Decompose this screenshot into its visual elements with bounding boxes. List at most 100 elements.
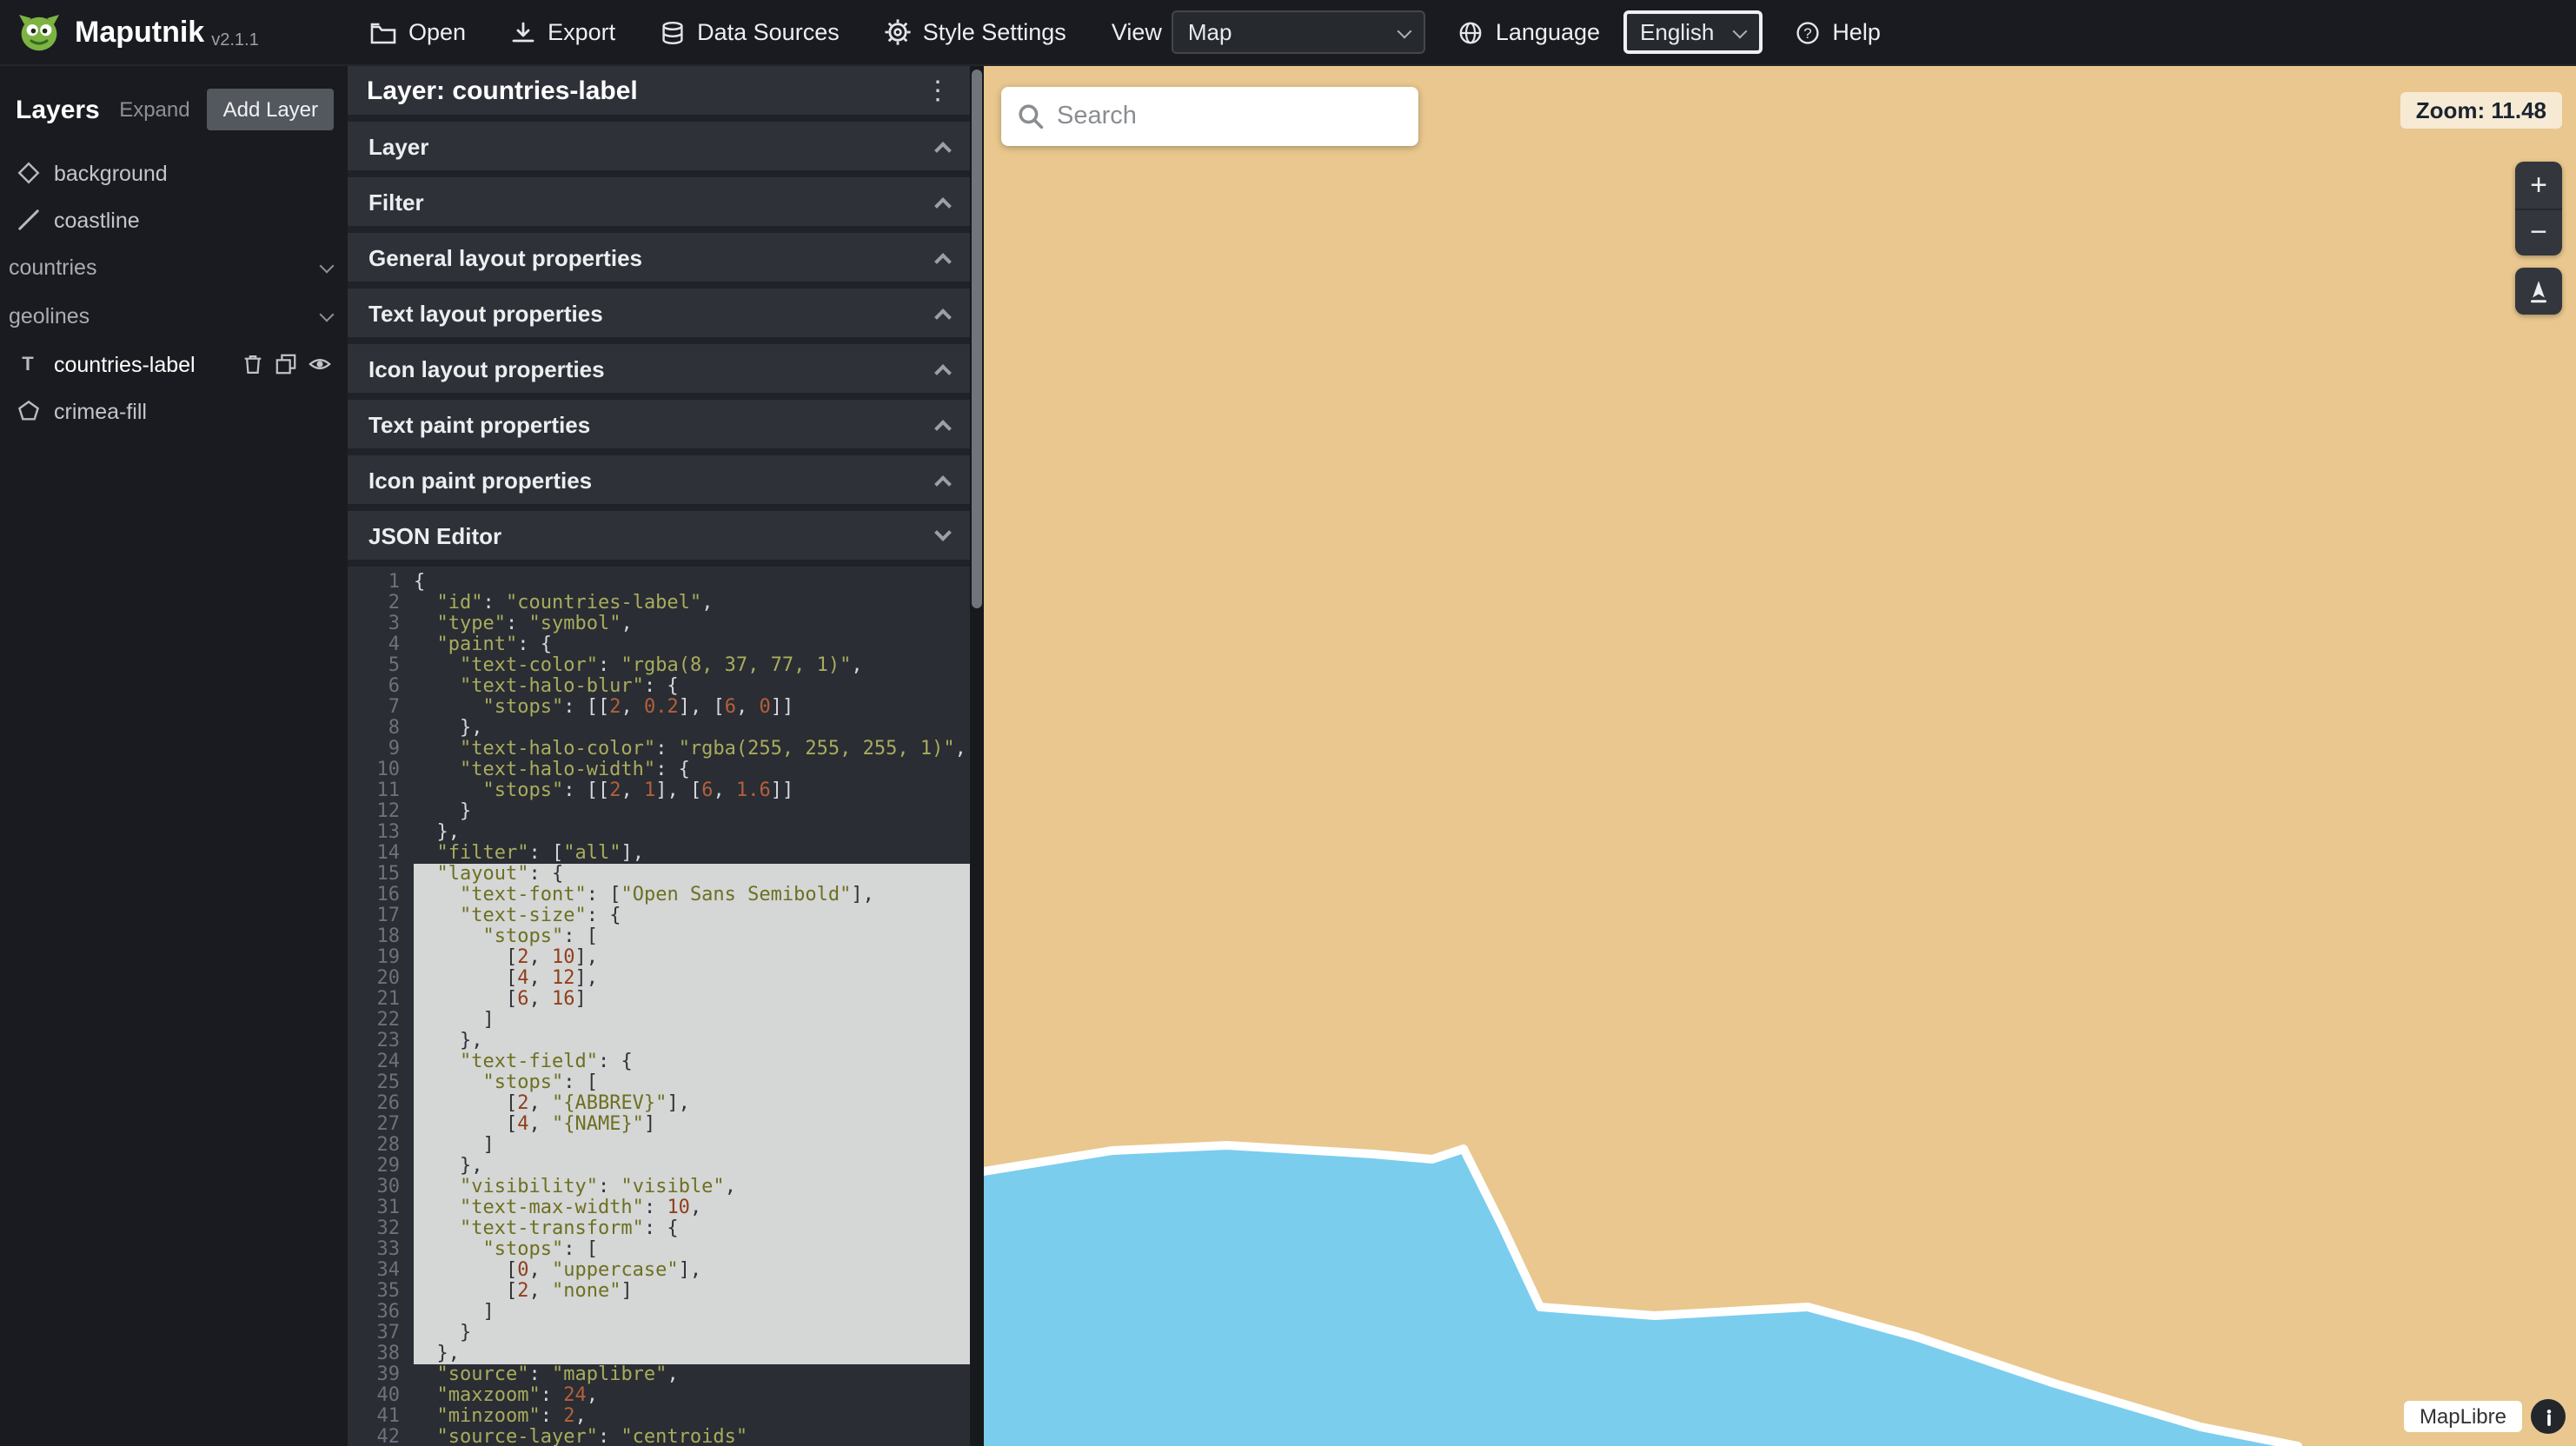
code-text[interactable]: "text-font": ["Open Sans Semibold"],: [414, 885, 970, 905]
section-layer[interactable]: Layer: [348, 122, 970, 170]
code-line[interactable]: 2 "id": "countries-label",: [348, 593, 970, 614]
layer-item-countries-label[interactable]: T countries-label: [0, 341, 348, 388]
code-line[interactable]: 8 },: [348, 718, 970, 739]
code-text[interactable]: },: [414, 718, 970, 739]
code-text[interactable]: ]: [414, 1135, 970, 1156]
section-icon-paint[interactable]: Icon paint properties: [348, 455, 970, 504]
data-sources-button[interactable]: Data Sources: [638, 0, 862, 65]
code-text[interactable]: ]: [414, 1302, 970, 1323]
code-line[interactable]: 24 "text-field": {: [348, 1051, 970, 1072]
language-select[interactable]: English: [1623, 10, 1763, 54]
code-text[interactable]: "text-field": {: [414, 1051, 970, 1072]
code-line[interactable]: 21 [6, 16]: [348, 989, 970, 1010]
code-text[interactable]: ]: [414, 1010, 970, 1031]
code-text[interactable]: "text-halo-width": {: [414, 759, 970, 780]
code-line[interactable]: 31 "text-max-width": 10,: [348, 1197, 970, 1218]
code-line[interactable]: 37 }: [348, 1323, 970, 1343]
code-text[interactable]: [4, 12],: [414, 968, 970, 989]
code-text[interactable]: [2, "{ABBREV}"],: [414, 1093, 970, 1114]
code-text[interactable]: },: [414, 1343, 970, 1364]
code-line[interactable]: 11 "stops": [[2, 1], [6, 1.6]]: [348, 780, 970, 801]
code-line[interactable]: 39 "source": "maplibre",: [348, 1364, 970, 1385]
code-line[interactable]: 36 ]: [348, 1302, 970, 1323]
code-line[interactable]: 16 "text-font": ["Open Sans Semibold"],: [348, 885, 970, 905]
code-text[interactable]: "visibility": "visible",: [414, 1177, 970, 1197]
json-code[interactable]: 1{2 "id": "countries-label",3 "type": "s…: [348, 567, 970, 1446]
layer-group-countries[interactable]: countries: [0, 243, 348, 292]
code-line[interactable]: 40 "maxzoom": 24,: [348, 1385, 970, 1406]
panel-scrollbar[interactable]: [970, 66, 984, 1446]
code-text[interactable]: "layout": {: [414, 864, 970, 885]
code-text[interactable]: "text-halo-blur": {: [414, 676, 970, 697]
code-line[interactable]: 26 [2, "{ABBREV}"],: [348, 1093, 970, 1114]
code-text[interactable]: },: [414, 1031, 970, 1051]
code-line[interactable]: 12 }: [348, 801, 970, 822]
section-json-editor[interactable]: JSON Editor: [348, 511, 970, 560]
code-text[interactable]: "stops": [: [414, 926, 970, 947]
code-line[interactable]: 7 "stops": [[2, 0.2], [6, 0]]: [348, 697, 970, 718]
code-line[interactable]: 3 "type": "symbol",: [348, 614, 970, 634]
code-text[interactable]: "source-layer": "centroids": [414, 1427, 970, 1446]
code-line[interactable]: 17 "text-size": {: [348, 905, 970, 926]
export-button[interactable]: Export: [488, 0, 638, 65]
code-text[interactable]: "maxzoom": 24,: [414, 1385, 970, 1406]
code-text[interactable]: [0, "uppercase"],: [414, 1260, 970, 1281]
code-line[interactable]: 4 "paint": {: [348, 634, 970, 655]
code-text[interactable]: "source": "maplibre",: [414, 1364, 970, 1385]
code-text[interactable]: "id": "countries-label",: [414, 593, 970, 614]
code-line[interactable]: 18 "stops": [: [348, 926, 970, 947]
code-line[interactable]: 1{: [348, 572, 970, 593]
code-line[interactable]: 29 },: [348, 1156, 970, 1177]
zoom-out-button[interactable]: −: [2515, 209, 2562, 255]
layer-item-background[interactable]: background: [0, 149, 348, 196]
code-text[interactable]: [2, "none"]: [414, 1281, 970, 1302]
maplibre-label[interactable]: MapLibre: [2404, 1401, 2522, 1432]
map-canvas[interactable]: [984, 66, 2576, 1446]
code-text[interactable]: [4, "{NAME}"]: [414, 1114, 970, 1135]
code-line[interactable]: 30 "visibility": "visible",: [348, 1177, 970, 1197]
code-line[interactable]: 34 [0, "uppercase"],: [348, 1260, 970, 1281]
code-line[interactable]: 9 "text-halo-color": "rgba(255, 255, 255…: [348, 739, 970, 759]
code-line[interactable]: 10 "text-halo-width": {: [348, 759, 970, 780]
expand-button[interactable]: Expand: [119, 97, 189, 122]
code-line[interactable]: 42 "source-layer": "centroids": [348, 1427, 970, 1446]
code-line[interactable]: 22 ]: [348, 1010, 970, 1031]
code-text[interactable]: "stops": [: [414, 1072, 970, 1093]
code-text[interactable]: "text-size": {: [414, 905, 970, 926]
code-text[interactable]: "text-halo-color": "rgba(255, 255, 255, …: [414, 739, 970, 759]
code-line[interactable]: 13 },: [348, 822, 970, 843]
code-text[interactable]: [6, 16]: [414, 989, 970, 1010]
code-text[interactable]: "text-max-width": 10,: [414, 1197, 970, 1218]
code-line[interactable]: 41 "minzoom": 2,: [348, 1406, 970, 1427]
code-text[interactable]: },: [414, 1156, 970, 1177]
compass-button[interactable]: [2515, 268, 2562, 315]
code-text[interactable]: },: [414, 822, 970, 843]
code-line[interactable]: 20 [4, 12],: [348, 968, 970, 989]
layer-item-crimea-fill[interactable]: crimea-fill: [0, 388, 348, 434]
section-icon-layout[interactable]: Icon layout properties: [348, 344, 970, 393]
kebab-menu-icon[interactable]: ⋮: [925, 77, 951, 103]
code-line[interactable]: 35 [2, "none"]: [348, 1281, 970, 1302]
code-text[interactable]: "stops": [[2, 1], [6, 1.6]]: [414, 780, 970, 801]
scrollbar-thumb[interactable]: [972, 70, 982, 608]
code-line[interactable]: 5 "text-color": "rgba(8, 37, 77, 1)",: [348, 655, 970, 676]
code-line[interactable]: 19 [2, 10],: [348, 947, 970, 968]
search-input[interactable]: [1045, 87, 1418, 146]
code-text[interactable]: {: [414, 572, 970, 593]
code-line[interactable]: 6 "text-halo-blur": {: [348, 676, 970, 697]
section-general-layout[interactable]: General layout properties: [348, 233, 970, 282]
code-line[interactable]: 38 },: [348, 1343, 970, 1364]
layer-item-coastline[interactable]: coastline: [0, 196, 348, 243]
code-text[interactable]: }: [414, 801, 970, 822]
add-layer-button[interactable]: Add Layer: [208, 89, 334, 130]
code-text[interactable]: "stops": [: [414, 1239, 970, 1260]
code-text[interactable]: "filter": ["all"],: [414, 843, 970, 864]
layer-group-geolines[interactable]: geolines: [0, 292, 348, 341]
view-select[interactable]: Map: [1172, 10, 1426, 54]
code-text[interactable]: [2, 10],: [414, 947, 970, 968]
section-text-paint[interactable]: Text paint properties: [348, 400, 970, 448]
code-line[interactable]: 33 "stops": [: [348, 1239, 970, 1260]
duplicate-layer-button[interactable]: [275, 353, 297, 375]
code-text[interactable]: "text-transform": {: [414, 1218, 970, 1239]
code-text[interactable]: }: [414, 1323, 970, 1343]
